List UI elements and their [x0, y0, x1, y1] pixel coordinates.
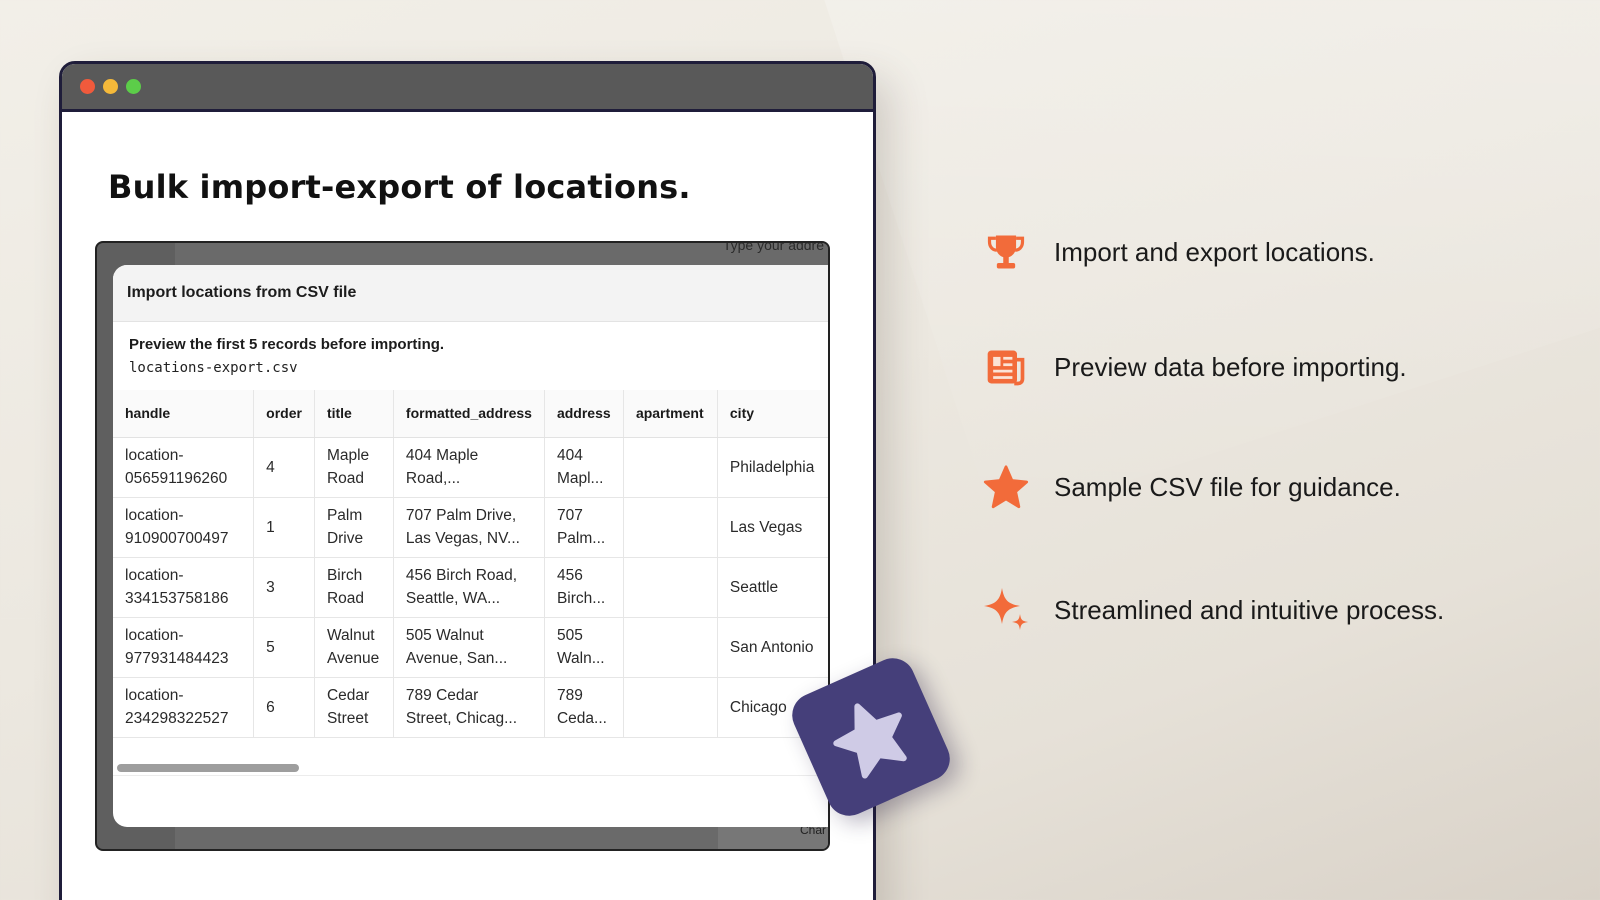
horizontal-scrollbar[interactable] — [117, 764, 299, 772]
cell-title: Birch Road — [314, 557, 394, 618]
page-headline: Bulk import-export of locations. — [108, 168, 691, 206]
cell-address: 505 Waln... — [544, 617, 624, 678]
preview-table: handle order title formatted_address add… — [113, 390, 828, 738]
modal-subheader: Preview the first 5 records before impor… — [113, 322, 828, 376]
cell-address: 707 Palm... — [544, 497, 624, 558]
cell-city: Las Vegas — [717, 497, 828, 558]
sparkle-icon — [982, 586, 1030, 634]
app-screenshot: Type your addre Char Import locations fr… — [95, 241, 830, 851]
cell-formatted-address: 789 Cedar Street, Chicag... — [393, 677, 545, 738]
table-row[interactable]: location- 910900700497 1 Palm Drive 707 … — [113, 497, 828, 558]
cell-title: Walnut Avenue — [314, 617, 394, 678]
background-address-hint: Type your addre — [722, 241, 824, 253]
cell-order: 3 — [253, 557, 315, 618]
feature-label: Streamlined and intuitive process. — [1054, 594, 1445, 625]
star-icon — [982, 463, 1030, 511]
document-icon — [982, 343, 1030, 391]
cell-city: Seattle — [717, 557, 828, 618]
column-header-order[interactable]: order — [253, 390, 315, 438]
cell-title: Cedar Street — [314, 677, 394, 738]
cell-handle: location- 056591196260 — [113, 437, 255, 498]
table-header-row: handle order title formatted_address add… — [113, 390, 828, 438]
cell-title: Palm Drive — [314, 497, 394, 558]
trophy-icon — [982, 228, 1030, 276]
cell-address: 789 Ceda... — [544, 677, 624, 738]
modal-header: Import locations from CSV file — [113, 265, 828, 322]
minimize-window-dot[interactable] — [103, 79, 118, 94]
cell-apartment — [623, 617, 718, 678]
table-row[interactable]: location- 056591196260 4 Maple Road 404 … — [113, 437, 828, 498]
cell-handle: location- 234298322527 — [113, 677, 255, 738]
cell-address: 404 Mapl... — [544, 437, 624, 498]
cell-formatted-address: 505 Walnut Avenue, San... — [393, 617, 545, 678]
column-header-apartment[interactable]: apartment — [623, 390, 718, 438]
table-row[interactable]: location- 334153758186 3 Birch Road 456 … — [113, 557, 828, 618]
cell-apartment — [623, 557, 718, 618]
badge-star-icon — [833, 703, 907, 779]
cell-address: 456 Birch... — [544, 557, 624, 618]
cell-apartment — [623, 677, 718, 738]
cell-order: 4 — [253, 437, 315, 498]
column-header-address[interactable]: address — [544, 390, 624, 438]
cell-order: 1 — [253, 497, 315, 558]
cell-apartment — [623, 437, 718, 498]
cell-city: Philadelphia — [717, 437, 828, 498]
feature-item-preview: Preview data before importing. — [982, 342, 1502, 392]
feature-item-streamlined: Streamlined and intuitive process. — [982, 585, 1502, 635]
import-modal: Import locations from CSV file Preview t… — [113, 265, 828, 827]
cell-title: Maple Road — [314, 437, 394, 498]
cell-apartment — [623, 497, 718, 558]
modal-title: Import locations from CSV file — [127, 284, 357, 301]
feature-label: Preview data before importing. — [1054, 351, 1407, 382]
table-row[interactable]: location- 234298322527 6 Cedar Street 78… — [113, 677, 828, 738]
column-header-formatted-address[interactable]: formatted_address — [393, 390, 545, 438]
window-titlebar — [62, 64, 873, 112]
maximize-window-dot[interactable] — [126, 79, 141, 94]
csv-filename: locations-export.csv — [129, 360, 298, 376]
scrollbar-track — [113, 775, 828, 776]
close-window-dot[interactable] — [80, 79, 95, 94]
cell-formatted-address: 456 Birch Road, Seattle, WA... — [393, 557, 545, 618]
column-header-title[interactable]: title — [314, 390, 394, 438]
browser-window: Bulk import-export of locations. Type yo… — [59, 61, 876, 900]
cell-formatted-address: 404 Maple Road,... — [393, 437, 545, 498]
feature-item-import-export: Import and export locations. — [982, 227, 1502, 277]
cell-city: San Antonio — [717, 617, 828, 678]
cell-order: 6 — [253, 677, 315, 738]
cell-formatted-address: 707 Palm Drive, Las Vegas, NV... — [393, 497, 545, 558]
cell-handle: location- 977931484423 — [113, 617, 255, 678]
cell-handle: location- 910900700497 — [113, 497, 255, 558]
feature-label: Sample CSV file for guidance. — [1054, 471, 1401, 502]
column-header-handle[interactable]: handle — [113, 390, 255, 438]
column-header-city[interactable]: city — [717, 390, 828, 438]
preview-description: Preview the first 5 records before impor… — [129, 336, 445, 353]
feature-item-sample-csv: Sample CSV file for guidance. — [982, 462, 1502, 512]
cell-order: 5 — [253, 617, 315, 678]
cell-handle: location- 334153758186 — [113, 557, 255, 618]
table-row[interactable]: location- 977931484423 5 Walnut Avenue 5… — [113, 617, 828, 678]
feature-label: Import and export locations. — [1054, 236, 1375, 267]
